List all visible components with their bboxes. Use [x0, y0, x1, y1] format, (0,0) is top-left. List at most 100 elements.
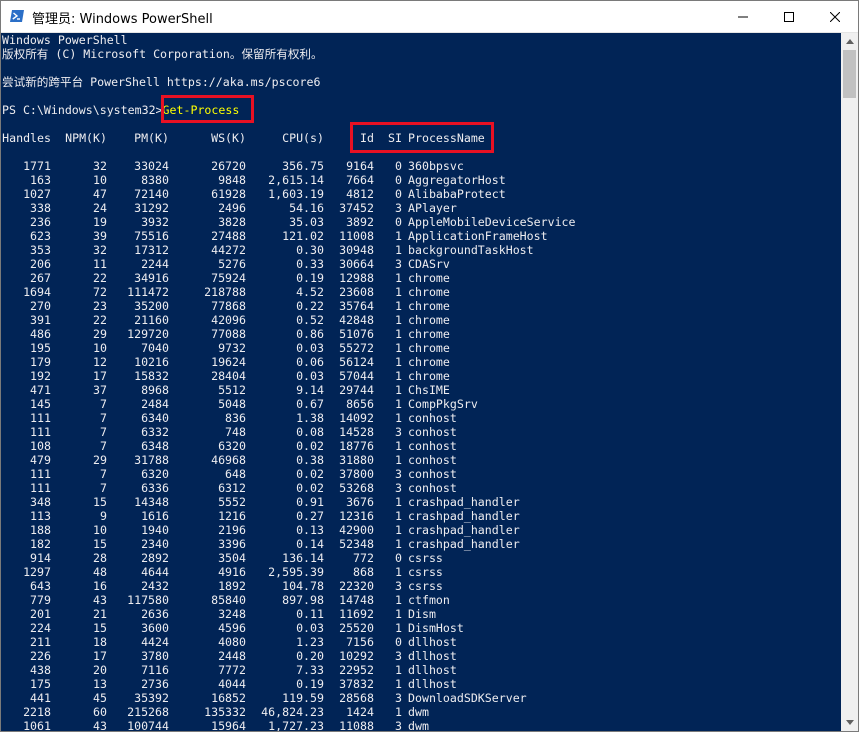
cell-si: 1: [395, 285, 402, 299]
cell-id: 37832: [339, 677, 374, 691]
cell-npm: 16: [93, 579, 107, 593]
title-bar[interactable]: 管理员: Windows PowerShell: [1, 1, 858, 33]
maximize-button[interactable]: [766, 1, 812, 32]
cell-ws: 218788: [204, 285, 246, 299]
cell-ws: 5552: [218, 495, 246, 509]
table-row: 1297 48 4644 4916 2,595.39 868 1 csrss: [1, 565, 841, 579]
close-button[interactable]: [812, 1, 858, 32]
cell-process-name: crashpad_handler: [408, 523, 520, 537]
cell-id: 9164: [346, 159, 374, 173]
cell-handles: 338: [30, 201, 51, 215]
cell-process-name: conhost: [408, 467, 457, 481]
cell-id: 772: [353, 551, 374, 565]
cell-cpu: 0.02: [296, 467, 324, 481]
cell-handles: 1694: [23, 285, 51, 299]
cell-process-name: CDASrv: [408, 257, 450, 271]
cell-ws: 3248: [218, 607, 246, 621]
table-row: 111 7 6340 836 1.38 14092 1 conhost: [1, 411, 841, 425]
scroll-down-button[interactable]: [841, 714, 858, 731]
cell-id: 1424: [346, 705, 374, 719]
cell-cpu: 4.52: [296, 285, 324, 299]
cell-handles: 111: [30, 481, 51, 495]
cell-handles: 195: [30, 341, 51, 355]
cell-handles: 353: [30, 243, 51, 257]
cell-ws: 3396: [218, 537, 246, 551]
cell-id: 12316: [339, 509, 374, 523]
cell-handles: 211: [30, 635, 51, 649]
cell-handles: 441: [30, 691, 51, 705]
cell-id: 57044: [339, 369, 374, 383]
cell-pm: 15832: [134, 369, 169, 383]
cell-si: 1: [395, 369, 402, 383]
scroll-up-button[interactable]: [841, 33, 858, 50]
cell-process-name: DismHost: [408, 621, 464, 635]
cell-process-name: conhost: [408, 439, 457, 453]
cell-cpu: 356.75: [282, 159, 324, 173]
cell-pm: 3932: [141, 215, 169, 229]
cell-handles: 111: [30, 425, 51, 439]
cell-pm: 2432: [141, 579, 169, 593]
cell-ws: 5276: [218, 257, 246, 271]
cell-cpu: 0.22: [296, 299, 324, 313]
cell-cpu: 9.14: [296, 383, 324, 397]
table-row: 1027 47 72140 61928 1,603.19 4812 0 AlibabaProt…: [1, 187, 841, 201]
cell-ws: 2496: [218, 201, 246, 215]
cell-npm: 15: [93, 495, 107, 509]
scroll-thumb[interactable]: [843, 50, 856, 98]
cell-handles: 438: [30, 663, 51, 677]
cell-pm: 14348: [134, 495, 169, 509]
header-ws: WS(K): [211, 131, 246, 145]
table-row: 108 7 6348 6320 0.02 18776 1 conhost: [1, 439, 841, 453]
cell-npm: 29: [93, 327, 107, 341]
cell-cpu: 0.14: [296, 537, 324, 551]
cell-si: 0: [395, 187, 402, 201]
cell-cpu: 0.11: [296, 607, 324, 621]
minimize-button[interactable]: [720, 1, 766, 32]
powershell-icon[interactable]: [9, 8, 25, 24]
cell-id: 35764: [339, 299, 374, 313]
cell-si: 3: [395, 481, 402, 495]
cell-process-name: dwm: [408, 705, 429, 719]
cell-handles: 192: [30, 369, 51, 383]
table-row: 471 37 8968 5512 9.14 29744 1 ChsIME: [1, 383, 841, 397]
cell-ws: 9848: [218, 173, 246, 187]
cell-ws: 77868: [211, 299, 246, 313]
cell-handles: 643: [30, 579, 51, 593]
cell-process-name: crashpad_handler: [408, 495, 520, 509]
cell-process-name: chrome: [408, 299, 450, 313]
cell-pm: 129720: [127, 327, 169, 341]
pscore-line: 尝试新的跨平台 PowerShell https://aka.ms/pscore…: [2, 75, 321, 89]
cell-id: 52348: [339, 537, 374, 551]
cell-process-name: chrome: [408, 369, 450, 383]
cell-npm: 45: [93, 691, 107, 705]
table-row: 623 39 75516 27488 121.02 11008 1 ApplicationFr…: [1, 229, 841, 243]
cell-id: 29744: [339, 383, 374, 397]
cell-pm: 6320: [141, 467, 169, 481]
cell-pm: 6332: [141, 425, 169, 439]
cell-npm: 12: [93, 355, 107, 369]
cell-npm: 21: [93, 607, 107, 621]
header-cpu: CPU(s): [282, 131, 324, 145]
cell-npm: 17: [93, 369, 107, 383]
cell-handles: 1771: [23, 159, 51, 173]
cell-pm: 34916: [134, 271, 169, 285]
vertical-scrollbar[interactable]: [841, 33, 858, 731]
cell-cpu: 0.33: [296, 257, 324, 271]
cell-pm: 75516: [134, 229, 169, 243]
cell-handles: 486: [30, 327, 51, 341]
table-row: 438 20 7116 7772 7.33 22952 1 dllhost: [1, 663, 841, 677]
cell-ws: 6312: [218, 481, 246, 495]
cell-process-name: chrome: [408, 271, 450, 285]
cell-id: 8656: [346, 397, 374, 411]
cell-handles: 236: [30, 215, 51, 229]
cell-cpu: 0.20: [296, 649, 324, 663]
console-output[interactable]: Windows PowerShell 版权所有 (C) Microsoft Co…: [1, 33, 841, 731]
cell-id: 55272: [339, 341, 374, 355]
cell-id: 11692: [339, 607, 374, 621]
cell-npm: 32: [93, 243, 107, 257]
table-row: 391 22 21160 42096 0.52 42848 1 chrome: [1, 313, 841, 327]
cell-si: 1: [395, 243, 402, 257]
cell-id: 42900: [339, 523, 374, 537]
table-row: 182 15 2340 3396 0.14 52348 1 crashpad_handler: [1, 537, 841, 551]
cell-cpu: 2,595.39: [268, 565, 324, 579]
